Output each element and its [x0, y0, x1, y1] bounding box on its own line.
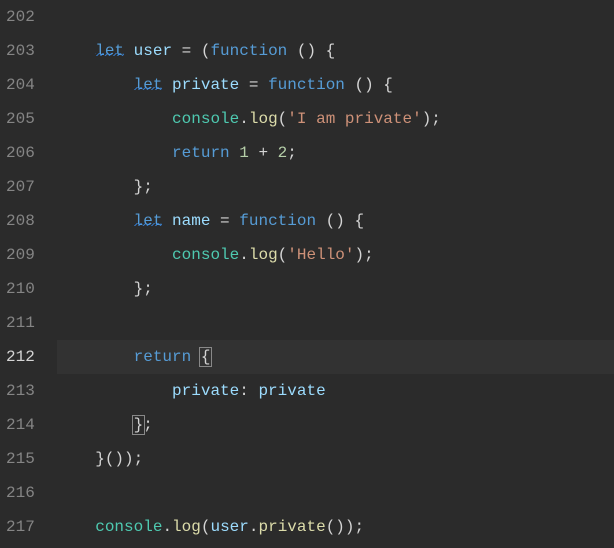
keyword-return: return: [134, 348, 192, 366]
bracket-match: {: [199, 347, 213, 367]
code-line[interactable]: console.log(user.private());: [57, 510, 614, 544]
code-line[interactable]: private: private: [57, 374, 614, 408]
keyword-function: function: [268, 76, 345, 94]
line-number: 217: [6, 510, 35, 544]
line-number: 206: [6, 136, 35, 170]
line-number: 209: [6, 238, 35, 272]
code-line[interactable]: let name = function () {: [57, 204, 614, 238]
console-object: console: [95, 518, 162, 536]
log-method: log: [249, 246, 278, 264]
keyword-let: let: [95, 42, 124, 60]
code-line[interactable]: console.log('I am private');: [57, 102, 614, 136]
code-line[interactable]: let private = function () {: [57, 68, 614, 102]
keyword-return: return: [172, 144, 230, 162]
code-line[interactable]: [57, 476, 614, 510]
code-line[interactable]: [57, 0, 614, 34]
line-number: 210: [6, 272, 35, 306]
line-number: 207: [6, 170, 35, 204]
code-line[interactable]: return 1 + 2;: [57, 136, 614, 170]
string-literal: 'Hello': [287, 246, 354, 264]
code-line[interactable]: console.log('Hello');: [57, 238, 614, 272]
console-object: console: [172, 110, 239, 128]
string-literal: 'I am private': [287, 110, 421, 128]
line-number: 216: [6, 476, 35, 510]
identifier: user: [210, 518, 248, 536]
identifier: user: [134, 42, 172, 60]
log-method: log: [249, 110, 278, 128]
line-number-gutter: 202 203 204 205 206 207 208 209 210 211 …: [0, 0, 53, 548]
code-line[interactable]: }());: [57, 442, 614, 476]
code-content[interactable]: let user = (function () { let private = …: [53, 0, 614, 548]
line-number-active: 212: [6, 340, 35, 374]
property-key: private: [172, 382, 239, 400]
console-object: console: [172, 246, 239, 264]
method-call: private: [258, 518, 325, 536]
line-number: 213: [6, 374, 35, 408]
line-number: 214: [6, 408, 35, 442]
line-number: 203: [6, 34, 35, 68]
keyword-function: function: [210, 42, 287, 60]
line-number: 215: [6, 442, 35, 476]
number-literal: 1: [239, 144, 249, 162]
log-method: log: [172, 518, 201, 536]
identifier: private: [258, 382, 325, 400]
line-number: 208: [6, 204, 35, 238]
line-number: 205: [6, 102, 35, 136]
keyword-function: function: [239, 212, 316, 230]
code-line[interactable]: };: [57, 272, 614, 306]
identifier: name: [172, 212, 210, 230]
identifier: private: [172, 76, 239, 94]
code-line-active[interactable]: return {: [57, 340, 614, 374]
keyword-let: let: [134, 212, 163, 230]
number-literal: 2: [278, 144, 288, 162]
line-number: 204: [6, 68, 35, 102]
keyword-let: let: [134, 76, 163, 94]
code-line[interactable]: };: [57, 170, 614, 204]
line-number: 211: [6, 306, 35, 340]
code-line[interactable]: let user = (function () {: [57, 34, 614, 68]
code-editor[interactable]: 202 203 204 205 206 207 208 209 210 211 …: [0, 0, 614, 548]
code-line[interactable]: };: [57, 408, 614, 442]
code-line[interactable]: [57, 306, 614, 340]
line-number: 202: [6, 0, 35, 34]
